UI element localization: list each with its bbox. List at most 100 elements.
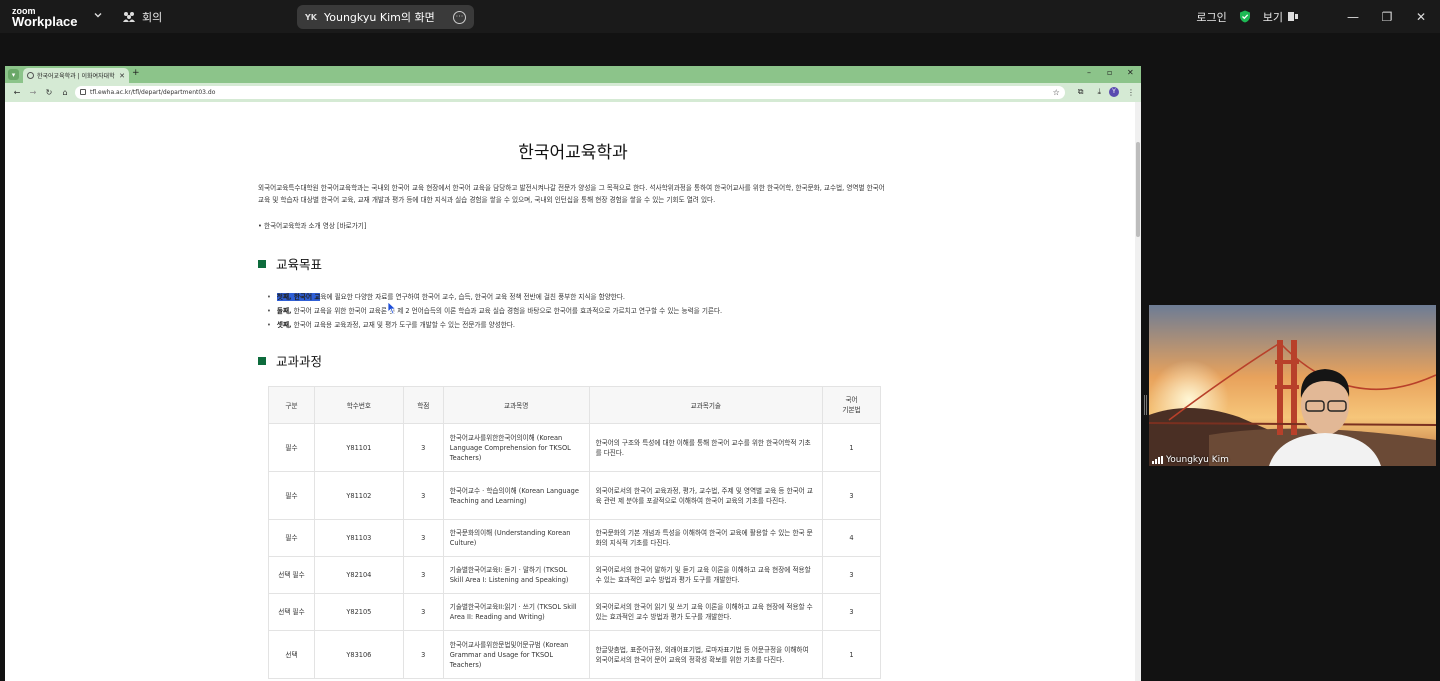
participant-name: Youngkyu Kim bbox=[1166, 455, 1229, 465]
goal-text: 육에 필요한 다양한 자료를 연구하여 한국어 교수, 습득, 한국어 교육 정… bbox=[320, 293, 626, 301]
page-scrollbar[interactable] bbox=[1135, 102, 1141, 681]
back-icon[interactable]: ← bbox=[13, 88, 21, 97]
table-row: 선택 필수 Y82104 3 기술별한국어교육I: 듣기 · 말하기 (TKSO… bbox=[268, 556, 881, 594]
cell-credit: 3 bbox=[402, 630, 444, 679]
profile-avatar[interactable]: Y bbox=[1109, 87, 1119, 97]
restore-button[interactable]: ❐ bbox=[1370, 0, 1404, 33]
browser-toolbar-right: ☆ ⧉ ⤓ Y ⋮ bbox=[1053, 87, 1135, 97]
participant-video-tile[interactable]: Youngkyu Kim bbox=[1149, 305, 1436, 466]
intro-video-link[interactable]: • 한국어교육학과 소개 영상 [바로가기] bbox=[258, 220, 366, 230]
signin-label: 로그인 bbox=[1196, 10, 1227, 24]
panel-resize-handle[interactable] bbox=[1144, 395, 1147, 415]
cell-law: 1 bbox=[822, 630, 881, 679]
cell-desc: 외국어로서의 한국어 교육과정, 평가, 교수법, 주제 및 영역별 교육 등 … bbox=[588, 471, 824, 520]
goal-lead: 둘째, bbox=[276, 307, 292, 315]
goals-heading-text: 교육목표 bbox=[276, 257, 323, 272]
extensions-icon[interactable]: ⧉ bbox=[1078, 87, 1084, 97]
cell-desc: 외국어로서의 한국어 읽기 및 쓰기 교육 이론을 이해하고 교육 현장에 적용… bbox=[588, 593, 824, 631]
browser-tab-bar: ▾ 한국어교육학과 | 이화여자대학 ✕ + – ▫ ✕ bbox=[5, 66, 1141, 83]
home-icon[interactable]: ⌂ bbox=[61, 88, 69, 97]
new-tab-icon[interactable]: + bbox=[132, 68, 140, 78]
cell-code: Y82105 bbox=[313, 593, 404, 631]
goal-item: 셋째, 한국어 교육용 교육과정, 교재 및 평가 도구를 개발할 수 있는 전… bbox=[267, 318, 722, 332]
curriculum-heading-text: 교과과정 bbox=[276, 354, 323, 369]
cell-code: Y82104 bbox=[313, 556, 404, 594]
cell-desc: 외국어로서의 한국어 말하기 및 듣기 교육 이론을 이해하고 교육 현장에 적… bbox=[588, 556, 824, 594]
tab-title: 한국어교육학과 | 이화여자대학 bbox=[37, 73, 115, 80]
minimize-button[interactable]: — bbox=[1336, 0, 1370, 33]
cell-law: 3 bbox=[822, 556, 881, 594]
tab-search-icon[interactable]: ▾ bbox=[8, 69, 19, 80]
cell-course: 기술별한국어교육II:읽기 · 쓰기 (TKSOL Skill Area II:… bbox=[442, 593, 590, 631]
site-info-icon[interactable] bbox=[80, 89, 86, 95]
more-options-icon[interactable]: ··· bbox=[453, 10, 466, 24]
goal-lead: 셋째, bbox=[276, 321, 292, 329]
url-field[interactable]: tfl.ewha.ac.kr/tfl/depart/department03.d… bbox=[75, 86, 1065, 99]
table-row: 필수 Y81103 3 한국문화의이해 (Understanding Korea… bbox=[268, 519, 881, 557]
mouse-cursor-icon bbox=[387, 301, 397, 315]
cell-type: 필수 bbox=[268, 423, 315, 472]
share-name: Youngkyu Kim의 화면 bbox=[324, 11, 435, 24]
cell-type: 선택 필수 bbox=[268, 556, 315, 594]
cell-law: 3 bbox=[822, 593, 881, 631]
cell-law: 3 bbox=[822, 471, 881, 520]
cell-credit: 3 bbox=[402, 519, 444, 557]
table-row: 선택 Y83106 3 한국어교사를위한문법및어문규범 (Korean Gram… bbox=[268, 630, 881, 679]
cell-code: Y83106 bbox=[313, 630, 404, 679]
reload-icon[interactable]: ↻ bbox=[45, 88, 53, 97]
cell-credit: 3 bbox=[402, 471, 444, 520]
forward-icon[interactable]: → bbox=[29, 88, 37, 97]
browser-close-icon[interactable]: ✕ bbox=[1127, 68, 1134, 77]
goal-item: 둘째, 한국어 교육을 위한 한국어 교육론 및 제 2 언어습득의 이론 학습… bbox=[267, 304, 722, 318]
zoom-top-bar: zoom Workplace 회의 YK Youngkyu Kim의 화면 ··… bbox=[0, 0, 1440, 33]
cell-code: Y81102 bbox=[313, 471, 404, 520]
col-header: 학수번호 bbox=[313, 386, 404, 424]
table-row: 선택 필수 Y82105 3 기술별한국어교육II:읽기 · 쓰기 (TKSOL… bbox=[268, 593, 881, 631]
cell-desc: 한국문화의 기본 개념과 특성을 이해하여 한국어 교육에 활용할 수 있는 한… bbox=[588, 519, 824, 557]
cell-type: 필수 bbox=[268, 519, 315, 557]
signin-button[interactable]: 로그인 bbox=[1196, 9, 1226, 25]
view-button[interactable]: 보기 bbox=[1263, 9, 1298, 25]
video-feed-image bbox=[1149, 305, 1436, 466]
goal-item: 첫째, 한국어 교육에 필요한 다양한 자료를 연구하여 한국어 교수, 습득,… bbox=[267, 290, 722, 304]
signal-strength-icon bbox=[1152, 456, 1163, 464]
cell-course: 한국문화의이해 (Understanding Korean Culture) bbox=[442, 519, 590, 557]
col-header: 교과목명 bbox=[442, 386, 590, 424]
chevron-down-icon[interactable] bbox=[92, 9, 104, 21]
meeting-label: 회의 bbox=[142, 11, 163, 24]
cell-credit: 3 bbox=[402, 593, 444, 631]
view-layout-icon bbox=[1288, 12, 1298, 21]
zoom-logo-line2: Workplace bbox=[12, 14, 78, 29]
zoom-right-controls: 로그인 보기 — ❐ ✕ bbox=[1196, 0, 1440, 33]
browser-address-bar: ← → ↻ ⌂ tfl.ewha.ac.kr/tfl/depart/depart… bbox=[5, 83, 1141, 102]
menu-icon[interactable]: ⋮ bbox=[1127, 88, 1135, 97]
close-button[interactable]: ✕ bbox=[1404, 0, 1438, 33]
download-icon[interactable]: ⤓ bbox=[1097, 87, 1101, 97]
bookmark-star-icon[interactable]: ☆ bbox=[1053, 88, 1060, 97]
cell-law: 4 bbox=[822, 519, 881, 557]
heading-square-icon bbox=[258, 356, 266, 365]
cell-course: 한국어교수 · 학습의이해 (Korean Language Teaching … bbox=[442, 471, 590, 520]
cell-course: 기술별한국어교육I: 듣기 · 말하기 (TKSOL Skill Area I:… bbox=[442, 556, 590, 594]
col-header: 교과목기술 bbox=[588, 386, 824, 424]
scrollbar-thumb[interactable] bbox=[1136, 142, 1140, 237]
cell-course: 한국어교사를위한문법및어문규범 (Korean Grammar and Usag… bbox=[442, 630, 590, 679]
meeting-button[interactable]: 회의 bbox=[122, 9, 162, 25]
browser-minimize-icon[interactable]: – bbox=[1087, 68, 1091, 77]
video-link-text: 한국어교육학과 소개 영상 [바로가기] bbox=[264, 222, 367, 230]
browser-tab[interactable]: 한국어교육학과 | 이화여자대학 ✕ bbox=[23, 68, 129, 83]
shared-browser-window: ▾ 한국어교육학과 | 이화여자대학 ✕ + – ▫ ✕ ← → ↻ ⌂ tfl… bbox=[5, 66, 1141, 681]
web-page-content: 한국어교육학과 외국어교육특수대학원 한국어교육학과는 국내외 한국어 교육 현… bbox=[5, 102, 1141, 681]
view-label: 보기 bbox=[1262, 10, 1283, 24]
cell-code: Y81101 bbox=[313, 423, 404, 472]
cell-desc: 한글맞춤법, 표준어규정, 외래어표기법, 로마자표기법 등 어문규정을 이해하… bbox=[588, 630, 824, 679]
zoom-logo: zoom Workplace bbox=[12, 6, 78, 29]
curriculum-table: 구분 학수번호 학점 교과목명 교과목기술 국어 기본법 필수 Y81101 3… bbox=[268, 386, 881, 679]
cell-course: 한국어교사를위한한국어의이해 (Korean Language Comprehe… bbox=[442, 423, 590, 472]
col-header: 국어 기본법 bbox=[822, 386, 881, 424]
screen-share-indicator[interactable]: YK Youngkyu Kim의 화면 ··· bbox=[297, 5, 474, 29]
tab-close-icon[interactable]: ✕ bbox=[119, 72, 125, 80]
browser-restore-icon[interactable]: ▫ bbox=[1107, 68, 1112, 77]
shield-check-icon[interactable] bbox=[1239, 10, 1251, 23]
table-row: 필수 Y81102 3 한국어교수 · 학습의이해 (Korean Langua… bbox=[268, 471, 881, 520]
